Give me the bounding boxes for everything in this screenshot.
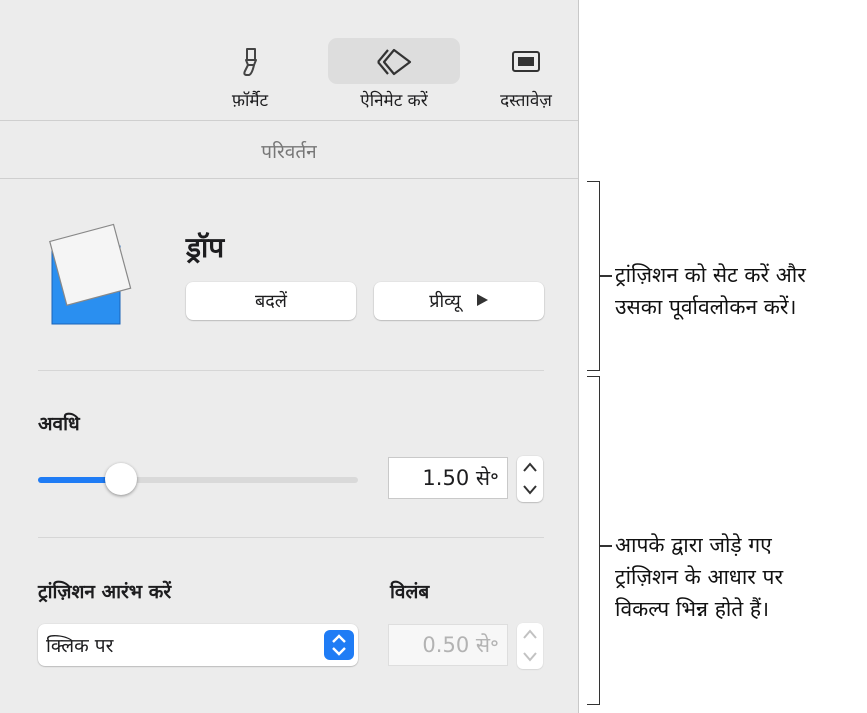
callout-bracket-bottom xyxy=(587,376,600,705)
duration-field[interactable]: 1.50 से॰ xyxy=(388,457,508,499)
duration-slider[interactable] xyxy=(38,463,358,495)
section-title: परिवर्तन xyxy=(261,141,317,163)
start-transition-label: ट्रांज़िशन आरंभ करें xyxy=(38,581,172,603)
duration-slider-knob[interactable] xyxy=(105,463,137,495)
diamond-animate-icon xyxy=(328,44,460,80)
separator-1 xyxy=(38,370,544,371)
tab-format[interactable]: फ़ॉर्मैट xyxy=(208,38,292,122)
play-icon xyxy=(475,291,489,312)
start-transition-value: क्लिक पर xyxy=(46,635,114,657)
delay-value: 0.50 से॰ xyxy=(422,633,499,657)
preview-button[interactable]: प्रीव्यू xyxy=(374,282,544,320)
callout-bottom-line-2: ट्रांज़िशन के आधार पर xyxy=(615,565,784,589)
tab-document-label: दस्तावेज़ xyxy=(500,91,552,111)
updown-chevron-icon xyxy=(324,630,354,660)
chevron-down-icon[interactable] xyxy=(522,482,538,496)
change-button-label: बदलें xyxy=(254,291,288,312)
transition-name: ड्रॉप xyxy=(186,231,225,264)
callout-top: ट्रांज़िशन को सेट करें और उसका पूर्वावलो… xyxy=(615,259,806,323)
callout-top-line-2: उसका पूर्वावलोकन करें। xyxy=(615,295,797,319)
delay-stepper[interactable] xyxy=(517,623,543,669)
start-transition-select[interactable]: क्लिक पर xyxy=(38,624,358,666)
delay-field[interactable]: 0.50 से॰ xyxy=(388,624,508,666)
callout-top-line-1: ट्रांज़िशन को सेट करें और xyxy=(615,263,806,287)
tab-document[interactable]: दस्तावेज़ xyxy=(486,38,566,122)
callout-leader-top xyxy=(600,275,612,277)
inspector-toolbar: फ़ॉर्मैट ऐनिमेट करें दस्तावेज़ xyxy=(0,0,578,120)
preview-button-label: प्रीव्यू xyxy=(429,291,461,312)
duration-stepper[interactable] xyxy=(517,456,543,502)
tab-animate-label: ऐनिमेट करें xyxy=(360,91,428,111)
duration-value: 1.50 से॰ xyxy=(422,466,499,490)
document-icon xyxy=(486,44,566,80)
inspector-panel: फ़ॉर्मैट ऐनिमेट करें दस्तावेज़ परिवर्तन … xyxy=(0,0,579,713)
paintbrush-icon xyxy=(208,44,292,80)
callout-bottom: आपके द्वारा जोड़े गए ट्रांज़िशन के आधार … xyxy=(615,529,783,625)
callout-bottom-line-1: आपके द्वारा जोड़े गए xyxy=(615,533,772,557)
duration-label: अवधि xyxy=(38,413,80,435)
toolbar-divider xyxy=(0,120,578,121)
chevron-down-icon[interactable] xyxy=(522,649,538,663)
chevron-up-icon[interactable] xyxy=(522,461,538,475)
callout-bottom-line-3: विकल्प भिन्न होते हैं। xyxy=(615,597,770,621)
callout-bracket-top xyxy=(587,181,600,371)
delay-label: विलंब xyxy=(390,581,430,603)
change-button[interactable]: बदलें xyxy=(186,282,356,320)
tab-animate[interactable]: ऐनिमेट करें xyxy=(328,38,460,122)
section-divider xyxy=(0,178,578,179)
separator-2 xyxy=(38,537,544,538)
tab-format-label: फ़ॉर्मैट xyxy=(231,91,269,111)
transition-thumbnail xyxy=(44,218,144,328)
callout-leader-bottom xyxy=(600,545,612,547)
chevron-up-icon[interactable] xyxy=(522,628,538,642)
